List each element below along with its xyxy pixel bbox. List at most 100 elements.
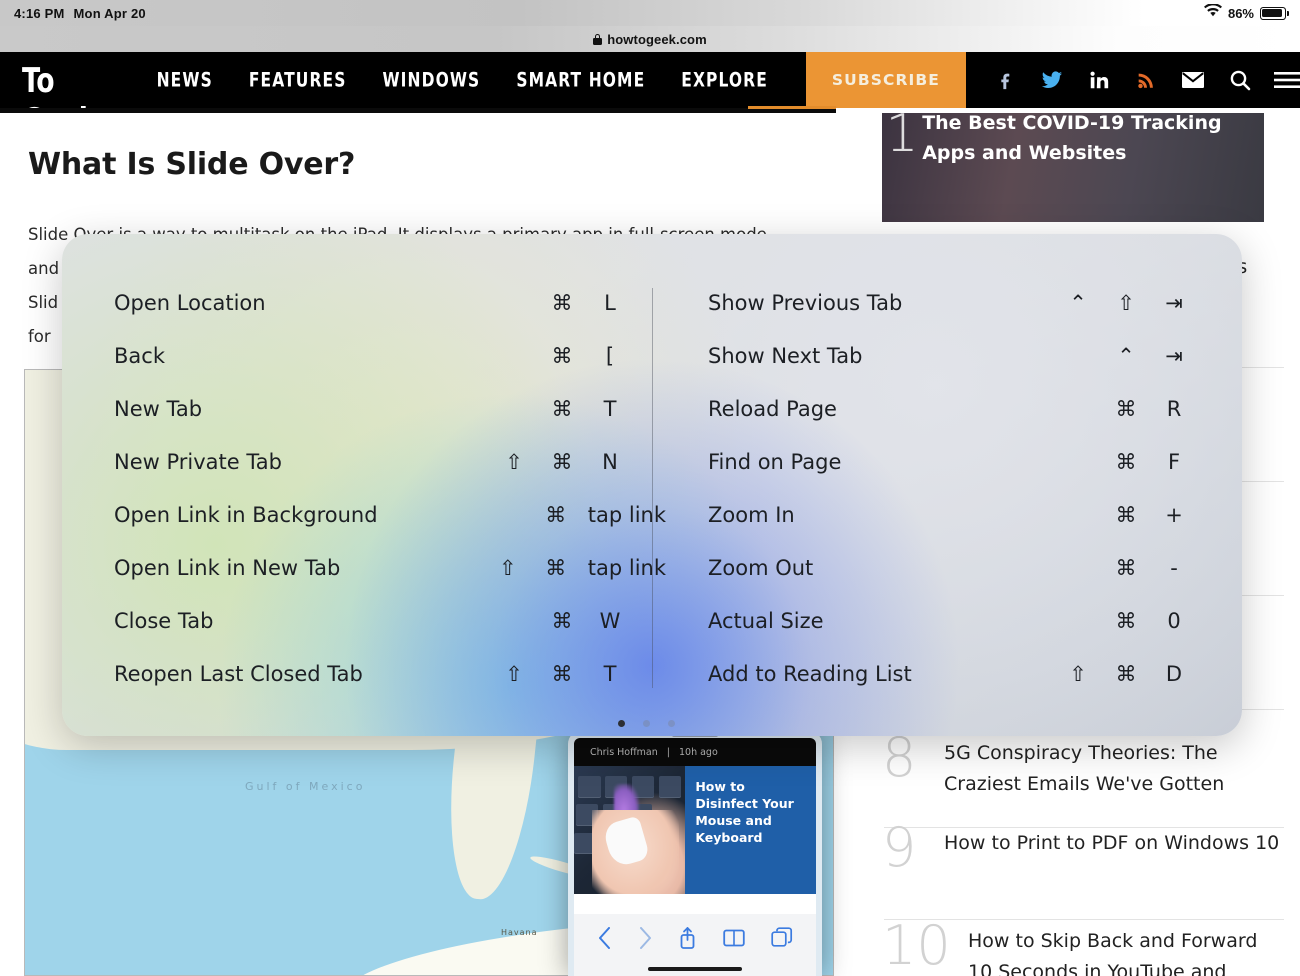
back-icon[interactable]	[597, 927, 612, 949]
shortcut-label: Find on Page	[708, 450, 841, 474]
shortcut-label: New Tab	[114, 397, 202, 421]
wifi-icon	[1204, 4, 1222, 22]
shortcut-keys: ⌘ T	[490, 394, 634, 424]
nav-item-smart-home[interactable]: SMART HOME	[516, 69, 645, 92]
clock-time: 4:16 PM	[14, 6, 65, 21]
shortcut-row: New Private Tab ⇧ ⌘ N	[114, 447, 634, 477]
key-modifier-2: ⌘	[538, 344, 586, 368]
nav-item-news[interactable]: NEWS	[157, 69, 213, 92]
key-main: 0	[1150, 609, 1198, 633]
shortcut-keys: ⌘ F	[1054, 447, 1198, 477]
key-main: F	[1150, 450, 1198, 474]
key-main: L	[586, 291, 634, 315]
shortcut-keys: ⌘ W	[490, 606, 634, 636]
status-bar-left: 4:16 PM Mon Apr 20	[14, 6, 146, 21]
header-underline-accent	[748, 106, 836, 109]
key-modifier-2: ⌘	[538, 397, 586, 421]
shortcut-keys: ⌃ ⇥	[1054, 341, 1198, 371]
shortcut-keys: ⌘ 0	[1054, 606, 1198, 636]
shortcut-label: Add to Reading List	[708, 662, 912, 686]
slide-over-window[interactable]: Chris Hoffman | 10h ago	[568, 730, 822, 976]
shortcut-row: Actual Size ⌘ 0	[708, 606, 1198, 636]
shortcut-keys: ⌘ L	[490, 288, 634, 318]
page-dot-1[interactable]	[618, 720, 625, 727]
key-modifier-2: ⌘	[532, 556, 580, 580]
nav-item-explore[interactable]: EXPLORE	[681, 69, 768, 92]
twitter-icon[interactable]	[1039, 67, 1065, 93]
linkedin-icon[interactable]	[1086, 67, 1112, 93]
lock-icon	[593, 34, 602, 45]
header-underline	[0, 108, 836, 113]
byline-separator: |	[667, 747, 670, 758]
shortcut-label: Show Previous Tab	[708, 291, 902, 315]
shortcut-row: Add to Reading List ⇧ ⌘ D	[708, 659, 1198, 689]
shortcut-label: Show Next Tab	[708, 344, 863, 368]
nav-item-windows[interactable]: WINDOWS	[382, 69, 480, 92]
key-main: T	[586, 397, 634, 421]
shortcut-row: Zoom Out ⌘ -	[708, 553, 1198, 583]
article-title: 5G Conspiracy Theories: The Craziest Ema…	[944, 735, 1284, 800]
safari-url-bar[interactable]: howtogeek.com	[0, 26, 1300, 52]
shortcut-keys: ⇧ ⌘ N	[490, 447, 634, 477]
list-item[interactable]: 9 How to Print to PDF on Windows 10	[882, 825, 1284, 871]
key-main: tap link	[580, 503, 666, 527]
shortcut-row: Reopen Last Closed Tab ⇧ ⌘ T	[114, 659, 634, 689]
shortcut-row: Open Link in Background ⌘ tap link	[114, 500, 634, 530]
list-item[interactable]: 8 5G Conspiracy Theories: The Craziest E…	[882, 735, 1284, 800]
key-modifier-2: ⌘	[1102, 556, 1150, 580]
search-icon[interactable]	[1227, 67, 1253, 93]
site-header-nav: How-To Geek NEWS FEATURES WINDOWS SMART …	[0, 52, 1300, 108]
primary-nav: NEWS FEATURES WINDOWS SMART HOME EXPLORE	[157, 71, 768, 89]
share-icon[interactable]	[678, 926, 697, 950]
page-indicator-dots[interactable]	[618, 717, 682, 729]
key-main: +	[1150, 503, 1198, 527]
shortcut-row: Close Tab ⌘ W	[114, 606, 634, 636]
list-item[interactable]: 1 The Best COVID-19 Tracking Apps and We…	[882, 113, 1264, 222]
shortcut-label: New Private Tab	[114, 450, 282, 474]
shortcut-keys: ⌘ +	[1054, 500, 1198, 530]
forward-icon[interactable]	[638, 927, 653, 949]
url-display[interactable]: howtogeek.com	[593, 32, 707, 47]
shortcut-row: Show Next Tab ⌃ ⇥	[708, 341, 1198, 371]
key-modifier-2: ⌘	[538, 662, 586, 686]
page-dot-2[interactable]	[643, 720, 650, 727]
nav-item-features[interactable]: FEATURES	[249, 69, 347, 92]
map-city-havana: Havana	[501, 928, 538, 937]
article-title: How to Skip Back and Forward 10 Seconds …	[968, 923, 1268, 976]
shortcut-keys: ⌃ ⇧ ⇥	[1054, 288, 1198, 318]
page-dot-3[interactable]	[668, 720, 675, 727]
article-byline: Chris Hoffman | 10h ago	[574, 738, 816, 766]
key-modifier-2: ⌘	[538, 450, 586, 474]
key-main: ⇥	[1150, 344, 1198, 368]
shortcut-row: Show Previous Tab ⌃ ⇧ ⇥	[708, 288, 1198, 318]
shortcut-label: Zoom In	[708, 503, 795, 527]
key-modifier-2: ⇧	[1102, 291, 1150, 315]
key-modifier-1: ⇧	[490, 450, 538, 474]
list-item[interactable]: 10 How to Skip Back and Forward 10 Secon…	[882, 923, 1284, 976]
hero-photo	[574, 766, 685, 894]
shortcut-keys: ⇧ ⌘ T	[490, 659, 634, 689]
map-water-gulf-of-mexico: Gulf of Mexico	[245, 780, 365, 793]
shortcut-row: Find on Page ⌘ F	[708, 447, 1198, 477]
shortcut-label: Reload Page	[708, 397, 837, 421]
bookmarks-icon[interactable]	[723, 928, 745, 948]
shortcut-keys: ⇧ ⌘ tap link	[484, 553, 666, 583]
rank-number: 8	[882, 735, 944, 781]
shortcut-label: Actual Size	[708, 609, 824, 633]
key-modifier-2: ⌘	[1102, 450, 1150, 474]
hero-headline: How to Disinfect Your Mouse and Keyboard	[685, 766, 816, 894]
article-hero: How to Disinfect Your Mouse and Keyboard	[574, 766, 816, 894]
byline-time: 10h ago	[679, 747, 718, 758]
tabs-icon[interactable]	[771, 927, 793, 949]
mail-icon[interactable]	[1180, 67, 1206, 93]
home-indicator	[648, 967, 742, 971]
clock-date: Mon Apr 20	[74, 6, 146, 21]
shortcut-keys: ⌘ -	[1054, 553, 1198, 583]
facebook-icon[interactable]	[992, 67, 1018, 93]
hamburger-menu-icon[interactable]	[1274, 67, 1300, 93]
subscribe-button[interactable]: SUBSCRIBE	[806, 52, 966, 108]
rank-number: 9	[882, 825, 944, 871]
rss-icon[interactable]	[1133, 67, 1159, 93]
shortcut-label: Open Link in New Tab	[114, 556, 340, 580]
ipad-screen: 4:16 PM Mon Apr 20 86% howtogeek.com How…	[0, 0, 1300, 976]
